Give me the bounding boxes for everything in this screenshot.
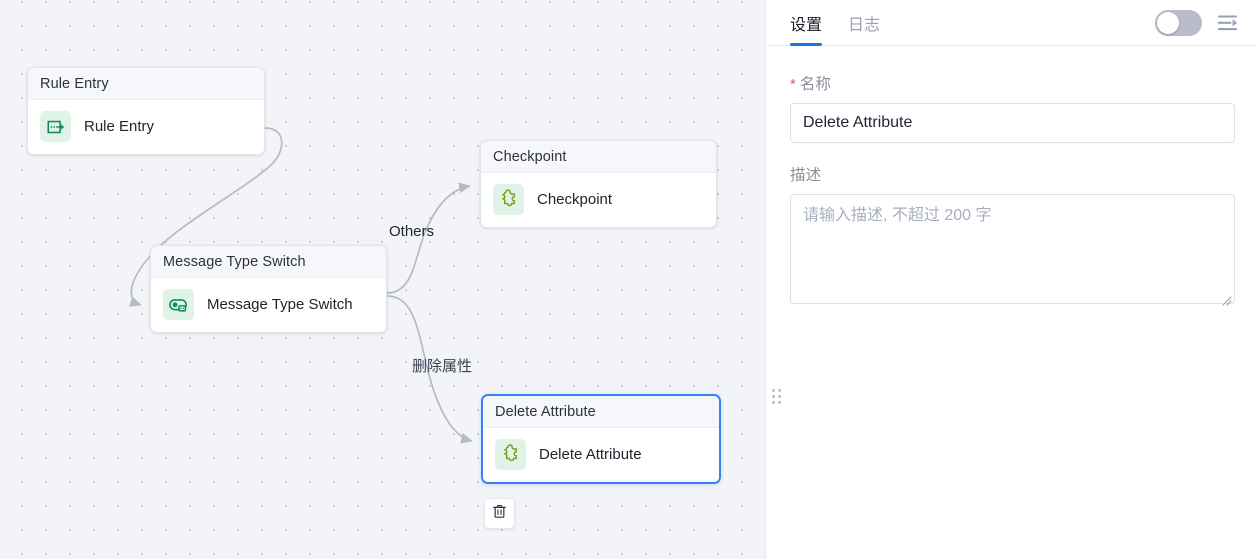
node-label: Checkpoint [537,191,613,208]
toggle-knob [1157,11,1179,34]
name-label-text: 名称 [799,76,831,93]
node-label: Delete Attribute [539,446,642,463]
description-textarea[interactable] [790,194,1235,304]
node-body: Delete Attribute [483,428,719,482]
node-message-type-switch[interactable]: Message Type Switch Message Type Switch [150,245,387,333]
node-body: Rule Entry [28,100,264,154]
rule-entry-icon [40,111,71,142]
description-wrapper [790,194,1235,309]
node-header: Rule Entry [28,68,264,100]
tab-logs[interactable]: 日志 [848,0,880,46]
flow-canvas[interactable]: Rule Entry Rule Entry Message Type Switc… [0,0,765,559]
description-label-text: 描述 [790,167,822,184]
node-header: Message Type Switch [151,246,386,278]
edge-label-others: Others [389,223,435,240]
node-delete-attribute[interactable]: Delete Attribute Delete Attribute [481,394,721,484]
panel-body: * 名称 描述 [766,46,1257,309]
panel-header: 设置 日志 [766,0,1257,46]
trash-icon [491,503,508,525]
switch-icon [163,289,194,320]
panel-toggle-switch[interactable] [1155,9,1202,36]
grip-dot [777,388,781,392]
grip-dot [771,394,775,398]
panel-header-actions [1155,9,1240,36]
node-body: Message Type Switch [151,278,386,332]
panel-resize-handle[interactable] [770,386,782,406]
grip-dot [777,400,781,404]
node-checkpoint[interactable]: Checkpoint Checkpoint [480,140,717,228]
grip-dot [771,400,775,404]
required-asterisk: * [790,76,796,93]
node-label: Rule Entry [84,118,155,135]
name-input[interactable] [790,103,1235,143]
grip-dot [777,394,781,398]
node-header: Checkpoint [481,141,716,173]
delete-node-button[interactable] [484,498,515,529]
node-body: Checkpoint [481,173,716,227]
node-header: Delete Attribute [483,396,719,428]
node-label: Message Type Switch [207,296,353,313]
list-arrow-icon[interactable] [1216,11,1240,35]
node-rule-entry[interactable]: Rule Entry Rule Entry [27,67,265,155]
panel-tabs: 设置 日志 [790,0,880,46]
workflow-editor: Rule Entry Rule Entry Message Type Switc… [0,0,1257,559]
name-field-label: * 名称 [790,72,1235,94]
description-field-label: 描述 [790,163,1235,185]
properties-panel: 设置 日志 * 名称 Delete Attribute 描述 请输入描述, 不超… [765,0,1257,559]
edge-label-delete-attribute: 删除属性 [412,358,473,375]
puzzle-icon [493,184,524,215]
tab-settings[interactable]: 设置 [790,0,823,46]
grip-dot [771,388,775,392]
puzzle-icon [495,439,526,470]
